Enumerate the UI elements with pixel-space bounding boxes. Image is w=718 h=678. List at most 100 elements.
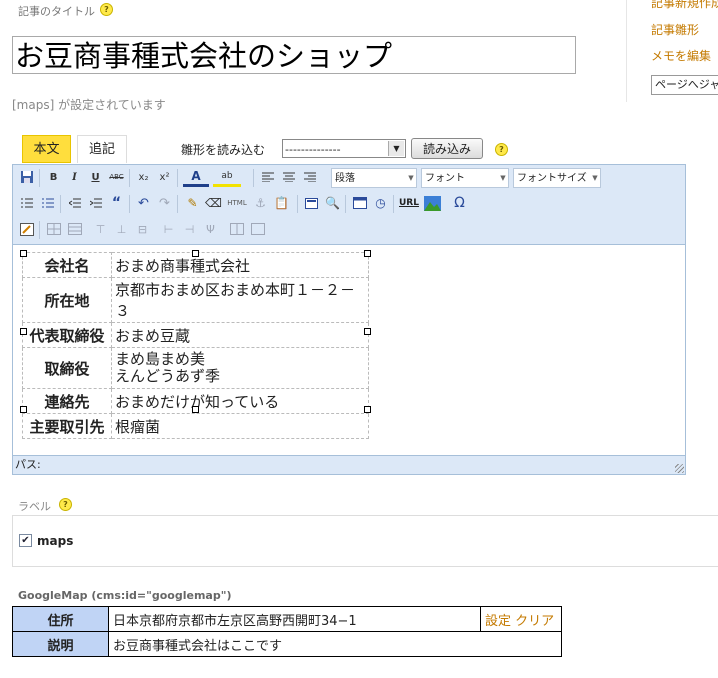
format-select-value: 段落	[335, 173, 355, 184]
template-link[interactable]: 記事雛形	[651, 21, 699, 38]
search-icon[interactable]: 🔍	[323, 194, 342, 213]
undo-icon[interactable]: ↶	[134, 194, 153, 213]
resize-handle[interactable]	[192, 406, 199, 413]
insert-date-icon[interactable]	[350, 194, 369, 213]
clear-link[interactable]: クリア	[515, 614, 554, 629]
template-label: 雛形を読み込む	[181, 143, 266, 157]
table-insert-icon	[44, 220, 63, 239]
font-select-value: フォント	[425, 173, 465, 184]
right-menu: 記事新規作成 記事雛形 メモを編集 ページへジャンプ	[626, 0, 718, 102]
outdent-icon[interactable]	[65, 194, 84, 213]
table-row: 代表取締役 おまめ豆蔵	[22, 322, 369, 348]
resize-handle[interactable]	[364, 328, 371, 335]
resize-handle[interactable]	[20, 328, 27, 335]
delete-row-icon: ⊟	[137, 223, 148, 236]
indent-icon[interactable]	[86, 194, 105, 213]
template-select[interactable]: -------------- ▼	[282, 139, 406, 158]
toolbar-divider	[39, 169, 40, 187]
resize-handle[interactable]	[192, 250, 199, 257]
resize-handle[interactable]	[20, 406, 27, 413]
redo-icon: ↷	[159, 196, 170, 211]
col-before-icon: ⊢	[163, 223, 174, 236]
numbered-list-icon[interactable]	[38, 194, 57, 213]
bold-button[interactable]: B	[44, 168, 63, 187]
maps-checkbox-label[interactable]: maps	[37, 534, 73, 548]
underline-button[interactable]: U	[86, 168, 105, 187]
toolbar-divider	[39, 221, 40, 239]
help-icon[interactable]: ?	[100, 3, 113, 16]
paste-icon[interactable]: 📋	[272, 194, 291, 213]
editor-resize-grip-icon[interactable]	[675, 464, 684, 473]
googlemap-title: GoogleMap (cms:id="googlemap")	[18, 589, 232, 602]
merge-cells-icon	[248, 220, 267, 239]
tab-body[interactable]: 本文	[22, 135, 71, 163]
highlight-color-button[interactable]: ab	[213, 168, 241, 187]
load-template-button[interactable]: 読み込み	[411, 138, 483, 159]
cleanup-icon[interactable]: ✎	[183, 194, 202, 213]
help-icon[interactable]: ?	[495, 143, 508, 156]
editor-content[interactable]: 会社名 おまめ商事種式会社 所在地 京都市おまめ区おまめ本町１－２－３ 代表取締…	[13, 245, 685, 454]
row-value[interactable]: 京都市おまめ区おまめ本町１－２－３	[111, 277, 369, 323]
row-value[interactable]: 根瘤菌	[111, 413, 369, 439]
editor-toolbar: B I U ABC x₂ x² A ab 段落 ▼ フォント ▼ フォントサイズ ▼ …	[13, 165, 685, 245]
row-label: 代表取締役	[22, 322, 112, 348]
toolbar-divider	[60, 195, 61, 213]
toolbar-divider	[393, 195, 394, 213]
tab-more[interactable]: 追記	[77, 135, 127, 163]
table-row: 所在地 京都市おまめ区おまめ本町１－２－３	[22, 277, 369, 323]
font-color-button[interactable]: A	[183, 168, 209, 187]
fullscreen-icon[interactable]	[302, 194, 321, 213]
row-value[interactable]: まめ島まめ美 えんどうあず季	[111, 347, 369, 389]
table-row: 住所 日本京都府京都市左京区高野西開町34−1 設定 クリア	[12, 606, 562, 632]
font-size-select-value: フォントサイズ	[517, 173, 587, 184]
toolbar-divider	[177, 195, 178, 213]
row-label: 主要取引先	[22, 413, 112, 439]
row-after-icon: ⊥	[116, 223, 127, 236]
anchor-icon: ⚓	[255, 196, 266, 210]
description-label: 説明	[12, 631, 109, 657]
row-label: 会社名	[22, 252, 112, 278]
save-icon[interactable]	[17, 168, 36, 187]
format-select[interactable]: 段落 ▼	[331, 168, 417, 188]
rich-text-editor: B I U ABC x₂ x² A ab 段落 ▼ フォント ▼ フォントサイズ ▼ …	[12, 164, 686, 475]
align-right-icon[interactable]	[300, 168, 319, 187]
resize-handle[interactable]	[20, 250, 27, 257]
template-select-value: --------------	[285, 143, 341, 156]
html-source-button[interactable]: HTML	[225, 194, 249, 213]
row-label: 連絡先	[22, 388, 112, 414]
help-icon[interactable]: ?	[59, 498, 72, 511]
page-jump-select[interactable]: ページへジャンプ	[651, 75, 718, 95]
row-value[interactable]: おまめ豆蔵	[111, 322, 369, 348]
font-size-select[interactable]: フォントサイズ ▼	[513, 168, 601, 188]
align-left-icon[interactable]	[258, 168, 277, 187]
settings-link[interactable]: 設定	[485, 614, 511, 629]
table-props-icon	[65, 220, 84, 239]
edit-memo-link[interactable]: メモを編集	[651, 47, 711, 64]
resize-handle[interactable]	[364, 406, 371, 413]
maps-checkbox[interactable]: ✔	[19, 534, 32, 547]
eraser-icon[interactable]: ⌫	[204, 194, 223, 213]
subscript-button[interactable]: x₂	[134, 168, 153, 187]
italic-button[interactable]: I	[65, 168, 84, 187]
new-entry-link[interactable]: 記事新規作成	[651, 0, 718, 11]
path-bar: パス:	[13, 455, 685, 474]
blockquote-button[interactable]: “	[107, 194, 126, 213]
edit-icon[interactable]	[17, 220, 36, 239]
strikethrough-button[interactable]: ABC	[107, 168, 126, 187]
superscript-button[interactable]: x²	[155, 168, 174, 187]
path-label: パス:	[15, 458, 41, 471]
font-select[interactable]: フォント ▼	[421, 168, 509, 188]
row-label: 取締役	[22, 347, 112, 389]
insert-image-icon[interactable]	[423, 194, 442, 213]
row-value[interactable]: おまめ商事種式会社	[111, 252, 369, 278]
insert-link-button[interactable]: URL	[398, 194, 420, 213]
toolbar-divider	[177, 169, 178, 187]
special-char-button[interactable]: Ω	[450, 194, 469, 213]
insert-time-icon[interactable]: ◷	[371, 194, 390, 213]
resize-handle[interactable]	[364, 250, 371, 257]
bullet-list-icon[interactable]	[17, 194, 36, 213]
align-center-icon[interactable]	[279, 168, 298, 187]
row-value[interactable]: おまめだけが知っている	[111, 388, 369, 414]
title-input[interactable]: お豆商事種式会社のショップ	[12, 36, 576, 74]
title-label: 記事のタイトル	[18, 5, 95, 18]
